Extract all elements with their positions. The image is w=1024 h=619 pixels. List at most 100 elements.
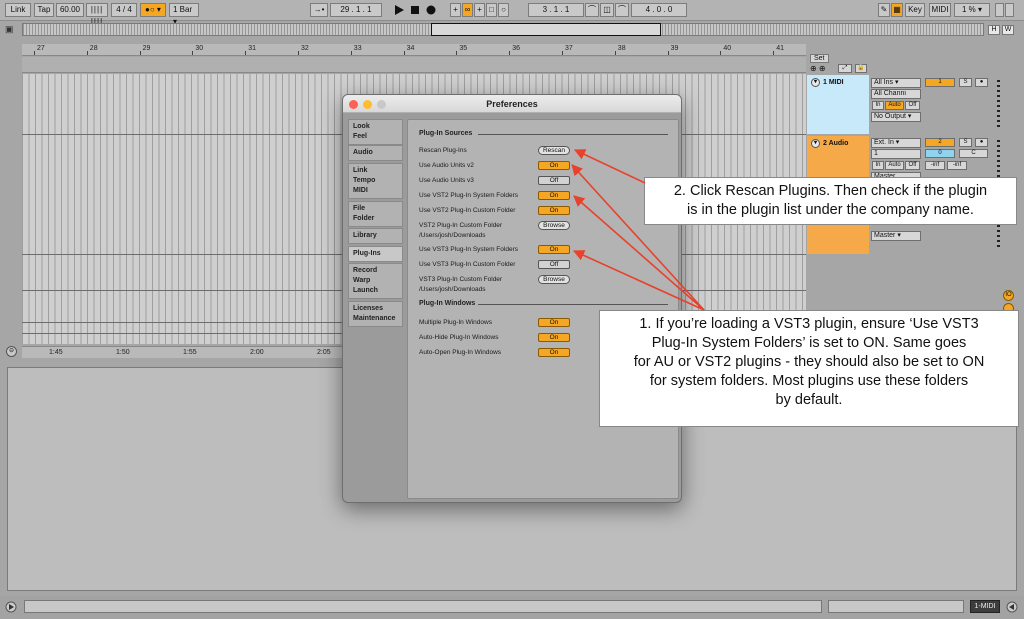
preferences-title-bar[interactable]: Preferences <box>343 95 681 113</box>
set-controls-icon[interactable]: ⊕ ⊕ <box>810 64 826 73</box>
session-record-icon[interactable]: ○ <box>498 3 509 17</box>
info-toggle-icon[interactable] <box>5 601 17 613</box>
bar-number: 29 <box>142 45 151 52</box>
expand-icon[interactable]: ⤢ <box>838 64 852 73</box>
arrangement-overview[interactable] <box>22 23 984 36</box>
midi-track-arm-icon[interactable]: ● <box>975 78 988 87</box>
vst3-browse-button[interactable]: Browse <box>538 275 570 284</box>
loop-start-field[interactable]: 3 . 1 . 1 <box>528 3 584 17</box>
au-v3-toggle[interactable]: Off <box>538 176 570 185</box>
preferences-tab[interactable]: Link Tempo MIDI <box>348 163 403 199</box>
au-v2-toggle[interactable]: On <box>538 161 570 170</box>
midi-output-select[interactable]: No Output ▾ <box>871 112 921 122</box>
auto-open-toggle[interactable]: On <box>538 348 570 357</box>
multiple-windows-toggle[interactable]: On <box>538 318 570 327</box>
preferences-tab[interactable]: Look Feel <box>348 119 403 145</box>
capture-icon[interactable]: □ <box>486 3 497 17</box>
midi-track-solo[interactable]: S <box>959 78 972 87</box>
midi-track-activator[interactable]: 1 <box>925 78 955 87</box>
preferences-tab[interactable]: Library <box>348 228 403 244</box>
metronome-button[interactable]: ●○ ▾ <box>140 3 166 17</box>
optimize-height-button[interactable]: H <box>988 25 1000 35</box>
vst3-system-toggle[interactable]: On <box>538 245 570 254</box>
audio-track-solo[interactable]: S <box>959 138 972 147</box>
preferences-tab[interactable]: File Folder <box>348 201 403 227</box>
annotation-rescan: 2. Click Rescan Plugins. Then check if t… <box>644 177 1017 225</box>
beat-time-ruler[interactable]: 27 28 29 30 31 32 33 34 35 36 37 38 39 40 41 <box>22 44 806 56</box>
preferences-tab[interactable]: Plug-Ins <box>348 246 403 262</box>
preferences-tab-label: Licenses <box>353 305 383 312</box>
vst2-system-label: Use VST2 Plug-In System Folders <box>419 192 518 199</box>
auto-hide-toggle[interactable]: On <box>538 333 570 342</box>
vst2-custom-label: Use VST2 Plug-In Custom Folder <box>419 207 516 214</box>
automation-arm-icon[interactable]: ∞ <box>462 3 473 17</box>
time-label: 1:45 <box>49 349 63 356</box>
monitor-in-button[interactable]: In <box>872 161 884 170</box>
stop-icon[interactable] <box>409 4 421 16</box>
set-label: Set <box>810 54 829 63</box>
midi-map-button[interactable]: MIDI <box>929 3 951 17</box>
fold-icon[interactable]: ▾ <box>811 78 820 87</box>
rescan-button[interactable]: Rescan <box>538 146 570 155</box>
punch-out-icon[interactable]: ⌒ <box>615 3 629 17</box>
preferences-tab[interactable]: Record Warp Launch <box>348 263 403 299</box>
audio-volume-field[interactable]: 0 <box>925 149 955 158</box>
zoom-window-icon[interactable] <box>377 100 386 109</box>
io-toggle-icon[interactable]: IO <box>1003 290 1014 301</box>
monitor-in-button[interactable]: In <box>872 101 884 110</box>
auto-hide-label: Auto-Hide Plug-In Windows <box>419 334 499 341</box>
overview-visible-window[interactable] <box>431 23 661 36</box>
zoom-icon[interactable]: ⊖ <box>6 346 17 357</box>
midi-track-header[interactable]: ▾ 1 MIDI <box>807 75 869 134</box>
re-enable-automation-icon[interactable]: + <box>474 3 485 17</box>
play-icon[interactable] <box>393 4 405 16</box>
vst2-custom-toggle[interactable]: On <box>538 206 570 215</box>
annotation-line: is in the plugin list under the company … <box>687 202 974 218</box>
audio-input-channel-select[interactable]: 1 <box>871 149 921 159</box>
optimize-width-button[interactable]: W <box>1002 25 1014 35</box>
transport-bar: Link Tap 60.00 |||| |||| 4 / 4 ●○ ▾ 1 Ba… <box>0 0 1024 26</box>
bar-number: 27 <box>37 45 45 52</box>
loop-length-field[interactable]: 4 . 0 . 0 <box>631 3 687 17</box>
overview-toggle-icon[interactable]: ▣ <box>5 24 15 36</box>
monitor-off-button[interactable]: Off <box>905 101 920 110</box>
record-icon[interactable] <box>425 4 437 16</box>
lock-icon[interactable]: 🔒 <box>855 64 867 73</box>
draw-mode-icon[interactable]: ✎ <box>878 3 890 17</box>
preferences-tab[interactable]: Licenses Maintenance <box>348 301 403 327</box>
midi-input-select[interactable]: All Ins ▾ <box>871 78 921 88</box>
fold-icon[interactable]: ▾ <box>811 139 820 148</box>
vst2-system-toggle[interactable]: On <box>538 191 570 200</box>
audio-track-arm-icon[interactable]: ● <box>975 138 988 147</box>
scrub-area[interactable] <box>22 57 806 73</box>
preferences-tab-label: Audio <box>353 149 373 156</box>
minimize-window-icon[interactable] <box>363 100 372 109</box>
key-map-button[interactable]: Key <box>905 3 925 17</box>
monitor-auto-button[interactable]: Auto <box>885 161 904 170</box>
audio-input-select[interactable]: Ext. In ▾ <box>871 138 921 148</box>
preferences-tab[interactable]: Audio <box>348 145 403 161</box>
overdub-icon[interactable]: + <box>450 3 461 17</box>
audio-output-select-2[interactable]: Master ▾ <box>871 231 921 241</box>
link-button[interactable]: Link <box>5 3 31 17</box>
monitor-auto-button[interactable]: Auto <box>885 101 904 110</box>
time-label: 2:05 <box>317 349 331 356</box>
vst3-custom-toggle[interactable]: Off <box>538 260 570 269</box>
computer-keyboard-icon[interactable]: ▦ <box>891 3 903 17</box>
detail-toggle-icon[interactable] <box>1006 601 1018 613</box>
audio-track-activator[interactable]: 2 <box>925 138 955 147</box>
loop-switch-icon[interactable]: ◫ <box>600 3 614 17</box>
follow-icon[interactable]: →• <box>310 3 328 17</box>
nudge-icon[interactable]: |||| |||| <box>86 3 108 26</box>
monitor-off-button[interactable]: Off <box>905 161 920 170</box>
tap-tempo-button[interactable]: Tap <box>34 3 54 17</box>
audio-pan-field[interactable]: C <box>959 149 988 158</box>
midi-channel-select[interactable]: All Channi <box>871 89 921 99</box>
time-signature-field[interactable]: 4 / 4 <box>111 3 137 17</box>
song-position-field[interactable]: 29 . 1 . 1 <box>330 3 382 17</box>
close-window-icon[interactable] <box>349 100 358 109</box>
quantize-select[interactable]: 1 Bar ▾ <box>169 3 199 26</box>
punch-in-icon[interactable]: ⌒ <box>585 3 599 17</box>
vst2-browse-button[interactable]: Browse <box>538 221 570 230</box>
tempo-field[interactable]: 60.00 <box>56 3 84 17</box>
